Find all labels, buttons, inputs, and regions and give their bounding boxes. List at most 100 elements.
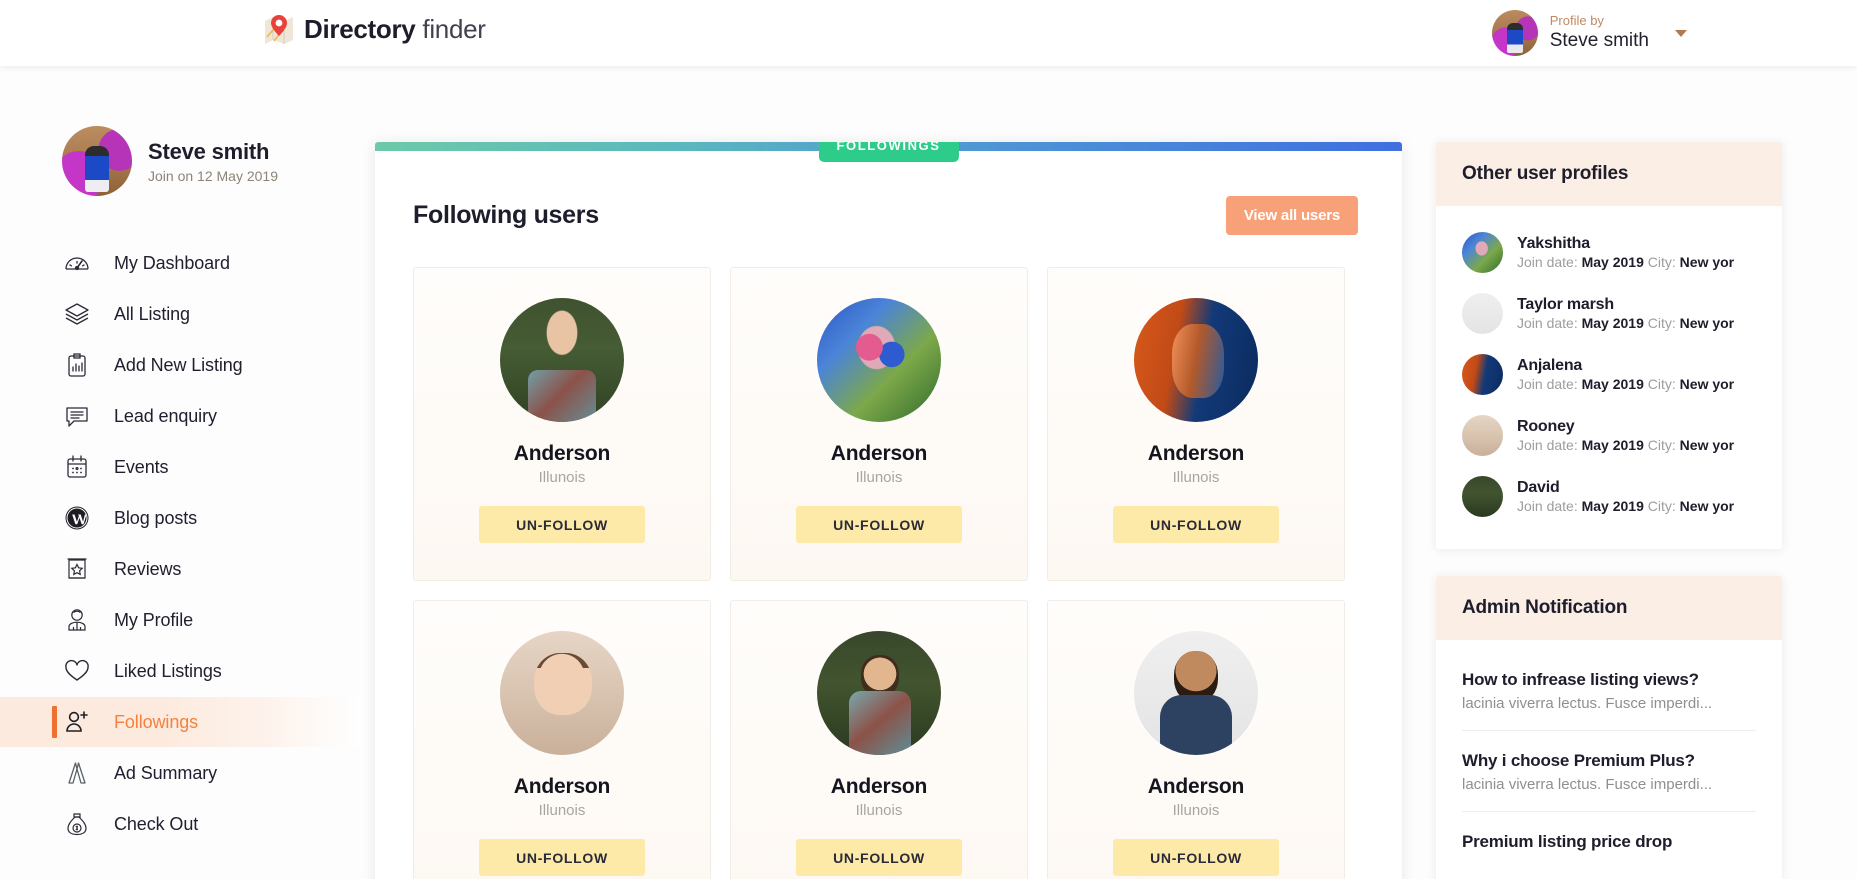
list-item[interactable]: Rooney Join date: May 2019 City: New yor	[1462, 405, 1756, 466]
top-navigation-bar: Directory finder Profile by Steve smith	[0, 0, 1857, 66]
user-location: Illunois	[1172, 469, 1220, 486]
sidebar-item-blog-posts[interactable]: Blog posts	[0, 493, 360, 543]
user-location: Illunois	[538, 469, 586, 486]
sidebar-item-label: My Dashboard	[114, 252, 230, 273]
city-value: New yor	[1679, 376, 1735, 392]
list-item[interactable]: Taylor marsh Join date: May 2019 City: N…	[1462, 283, 1756, 344]
notification-text: lacinia viverra lectus. Fusce imperdi...	[1462, 776, 1713, 793]
join-value: May 2019	[1581, 498, 1644, 514]
avatar	[62, 126, 132, 196]
profile-meta: Join date: May 2019 City: New yor	[1517, 376, 1734, 392]
profile-meta: Join date: May 2019 City: New yor	[1517, 315, 1734, 331]
sidebar-item-label: Lead enquiry	[114, 405, 217, 426]
sidebar-item-ad-summary[interactable]: Ad Summary	[0, 748, 360, 798]
speedometer-icon	[62, 248, 92, 278]
profile-name: Rooney	[1517, 418, 1575, 435]
money-bag-icon	[62, 809, 92, 839]
sidebar-nav: My Dashboard All Listing Add New Listing	[0, 238, 360, 849]
notification-item[interactable]: Why i choose Premium Plus? lacinia viver…	[1462, 731, 1756, 812]
other-user-profiles-card: Other user profiles Yakshitha Join date:…	[1436, 142, 1782, 549]
user-location: Illunois	[1172, 802, 1220, 819]
notification-title: Premium listing price drop	[1462, 832, 1673, 851]
user-name: Anderson	[513, 442, 611, 465]
unfollow-button[interactable]: UN-FOLLOW	[1113, 506, 1279, 543]
user-name: Anderson	[1147, 442, 1245, 465]
profile-menu[interactable]: Profile by Steve smith	[1491, 10, 1687, 56]
user-card[interactable]: Anderson Illunois UN-FOLLOW	[1047, 600, 1345, 879]
user-photo	[1134, 631, 1258, 755]
user-location: Illunois	[855, 802, 903, 819]
sidebar-item-label: My Profile	[114, 609, 194, 630]
layers-icon	[62, 299, 92, 329]
logo-bold-text: Directory	[304, 13, 416, 44]
logo-text: Directory finder	[304, 14, 486, 45]
sidebar-item-my-profile[interactable]: My Profile	[0, 595, 360, 645]
avatar	[1462, 476, 1503, 517]
admin-notification-card: Admin Notification How to infrease listi…	[1436, 576, 1782, 879]
city-label: City:	[1647, 376, 1676, 392]
avatar	[1491, 10, 1538, 56]
notification-text: lacinia viverra lectus. Fusce imperdi...	[1462, 695, 1713, 712]
city-value: New yor	[1679, 315, 1735, 331]
sidebar-item-reviews[interactable]: Reviews	[0, 544, 360, 594]
join-label: Join date:	[1517, 376, 1578, 392]
sidebar-item-label: Check Out	[114, 813, 199, 834]
sidebar-item-my-dashboard[interactable]: My Dashboard	[0, 238, 360, 288]
profile-meta: Join date: May 2019 City: New yor	[1517, 437, 1734, 453]
sidebar-user-name: Steve smith	[148, 138, 270, 164]
user-plus-icon	[62, 707, 92, 737]
join-value: May 2019	[1581, 437, 1644, 453]
unfollow-button[interactable]: UN-FOLLOW	[796, 839, 962, 876]
profile-labels: Profile by Steve smith	[1550, 13, 1649, 52]
user-photo	[817, 631, 941, 755]
sidebar-user-text: Steve smith Join on 12 May 2019	[148, 139, 278, 184]
sidebar-item-events[interactable]: Events	[0, 442, 360, 492]
user-card[interactable]: Anderson Illunois UN-FOLLOW	[730, 600, 1028, 879]
unfollow-button[interactable]: UN-FOLLOW	[479, 506, 645, 543]
app-logo[interactable]: Directory finder	[264, 13, 486, 45]
chevron-down-icon[interactable]	[1675, 29, 1687, 37]
sidebar-item-liked-listings[interactable]: Liked Listings	[0, 646, 360, 696]
user-name: Anderson	[513, 775, 611, 798]
user-card[interactable]: Anderson Illunois UN-FOLLOW	[413, 267, 711, 581]
view-all-users-button[interactable]: View all users	[1225, 196, 1358, 235]
sidebar-item-add-new-listing[interactable]: Add New Listing	[0, 340, 360, 390]
sidebar-join-date: Join on 12 May 2019	[148, 167, 278, 184]
user-card[interactable]: Anderson Illunois UN-FOLLOW	[730, 267, 1028, 581]
unfollow-button[interactable]: UN-FOLLOW	[479, 839, 645, 876]
clipboard-chart-icon	[62, 350, 92, 380]
user-name: Anderson	[830, 775, 928, 798]
profile-name: Anjalena	[1517, 357, 1583, 374]
list-item-text: Yakshitha Join date: May 2019 City: New …	[1517, 235, 1734, 270]
sidebar-item-lead-enquiry[interactable]: Lead enquiry	[0, 391, 360, 441]
list-item-text: David Join date: May 2019 City: New yor	[1517, 479, 1734, 514]
page-title: Following users	[413, 201, 599, 229]
wordpress-icon	[62, 503, 92, 533]
sidebar-item-check-out[interactable]: Check Out	[0, 799, 360, 849]
ad-chart-icon	[62, 758, 92, 788]
sidebar-item-followings[interactable]: Followings	[0, 697, 360, 747]
list-item[interactable]: Yakshitha Join date: May 2019 City: New …	[1462, 222, 1756, 283]
list-item[interactable]: David Join date: May 2019 City: New yor	[1462, 466, 1756, 527]
avatar	[1462, 415, 1503, 456]
unfollow-button[interactable]: UN-FOLLOW	[796, 506, 962, 543]
sidebar-user-block: Steve smith Join on 12 May 2019	[0, 66, 360, 196]
user-location: Illunois	[538, 802, 586, 819]
user-card[interactable]: Anderson Illunois UN-FOLLOW	[1047, 267, 1345, 581]
banner-star-icon	[62, 554, 92, 584]
notification-item[interactable]: Premium listing price drop	[1462, 812, 1756, 870]
map-pin-icon	[265, 15, 293, 44]
sidebar-item-label: Liked Listings	[114, 660, 222, 681]
sidebar-item-all-listing[interactable]: All Listing	[0, 289, 360, 339]
admin-notification-list: How to infrease listing views? lacinia v…	[1436, 640, 1782, 879]
user-name: Anderson	[830, 442, 928, 465]
city-value: New yor	[1679, 254, 1735, 270]
user-location: Illunois	[855, 469, 903, 486]
profile-meta: Join date: May 2019 City: New yor	[1517, 254, 1734, 270]
user-card[interactable]: Anderson Illunois UN-FOLLOW	[413, 600, 711, 879]
unfollow-button[interactable]: UN-FOLLOW	[1113, 839, 1279, 876]
list-item[interactable]: Anjalena Join date: May 2019 City: New y…	[1462, 344, 1756, 405]
city-label: City:	[1647, 498, 1676, 514]
panel-gradient-bar: FOLLOWINGS	[375, 142, 1402, 162]
notification-item[interactable]: How to infrease listing views? lacinia v…	[1462, 656, 1756, 731]
